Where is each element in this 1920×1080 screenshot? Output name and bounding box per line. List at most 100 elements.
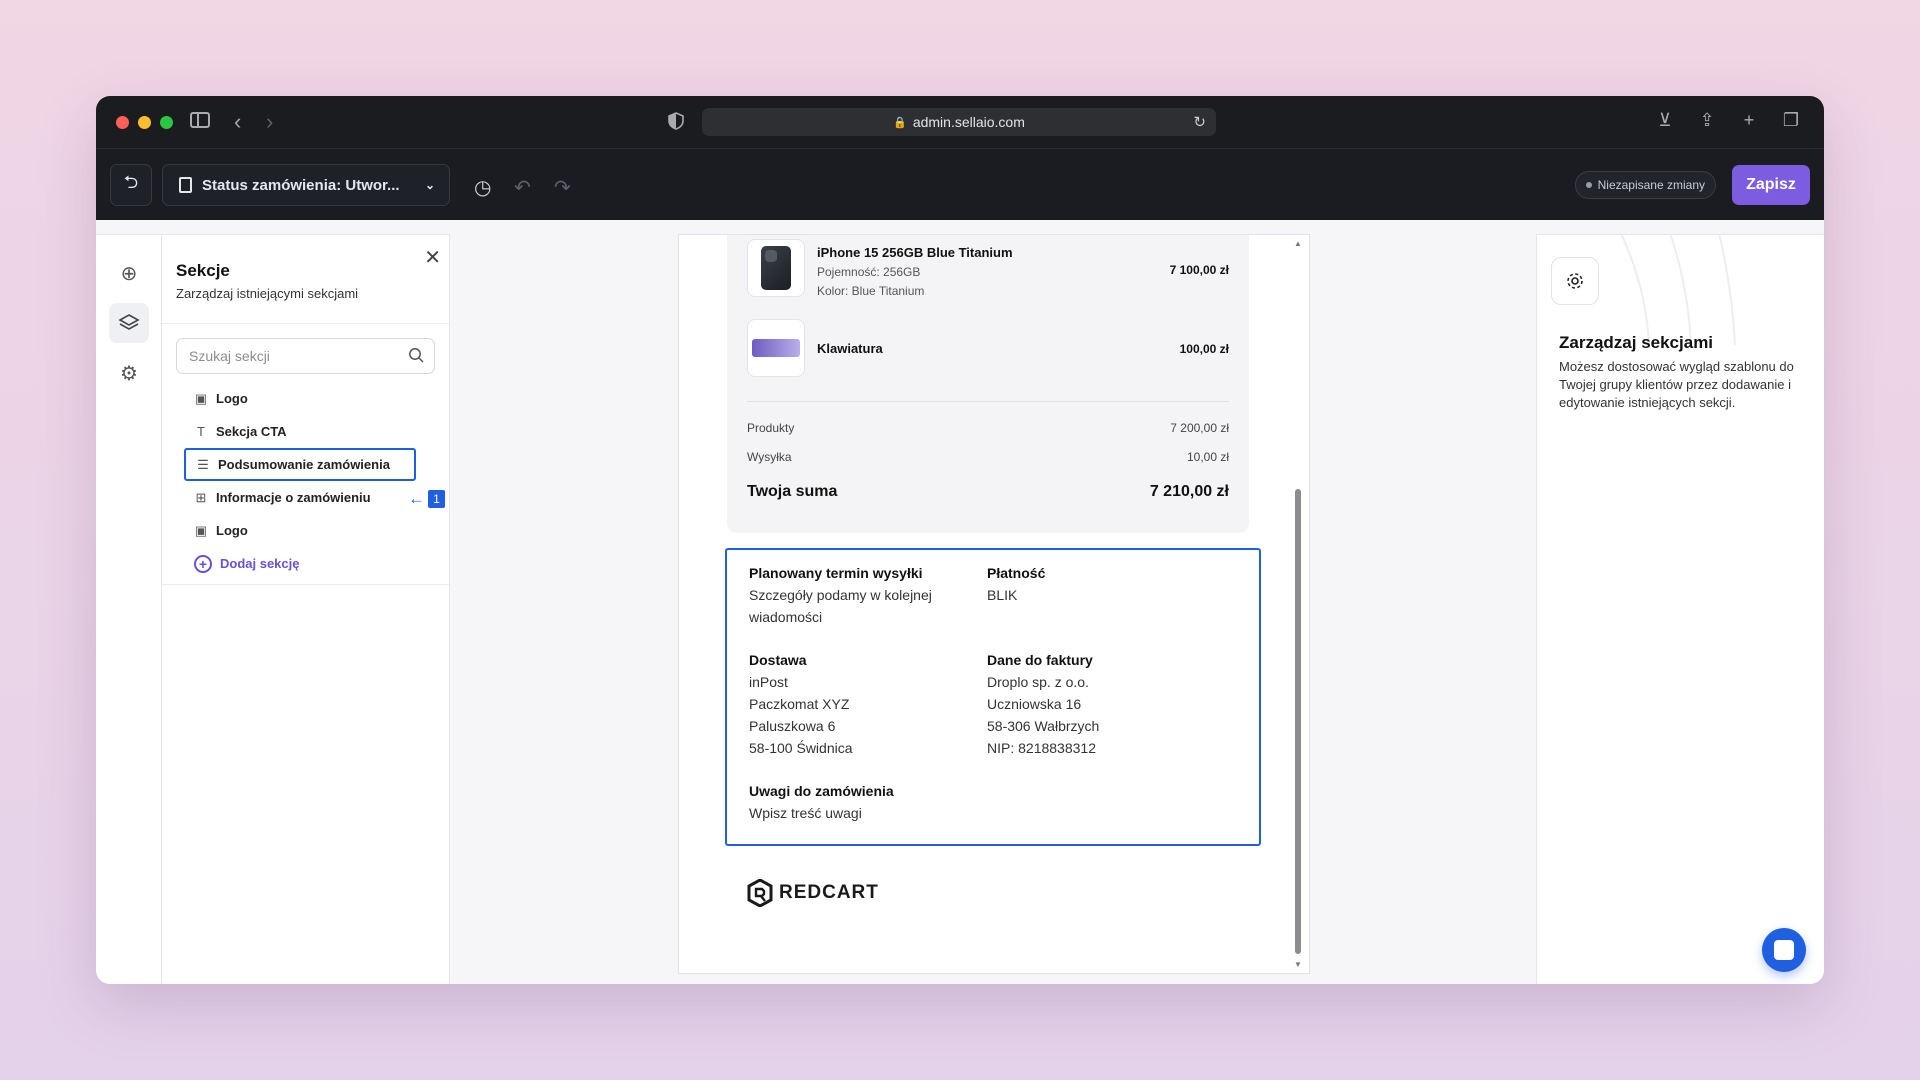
shipping-label: Wysyłka xyxy=(747,450,792,464)
brand-logo[interactable]: REDCART xyxy=(747,879,879,907)
manage-sections-title: Zarządzaj sekcjami xyxy=(1559,333,1714,352)
reload-icon[interactable]: ↻ xyxy=(1193,113,1206,131)
shipping-date-block: Planowany termin wysyłki Szczegóły podam… xyxy=(749,562,932,628)
tab-overview-icon[interactable]: ❐ xyxy=(1780,110,1802,131)
scroll-up-icon[interactable]: ▲ xyxy=(1294,239,1302,248)
new-tab-icon[interactable]: + xyxy=(1738,110,1760,131)
add-section-label: Dodaj sekcję xyxy=(220,556,300,571)
section-item-order-summary[interactable]: ☰ Podsumowanie zamówienia xyxy=(184,448,416,481)
scroll-down-icon[interactable]: ▼ xyxy=(1294,960,1302,969)
sections-title: Sekcje xyxy=(176,261,230,280)
decorative-background xyxy=(1620,235,1736,345)
save-button[interactable]: Zapisz xyxy=(1732,165,1810,205)
delivery-block: Dostawa inPost Paczkomat XYZ Paluszkowa … xyxy=(749,649,853,759)
redo-icon[interactable]: ↷ xyxy=(554,175,571,200)
privacy-shield-icon[interactable] xyxy=(668,112,684,130)
settings-gear-icon[interactable]: ⚙ xyxy=(109,353,149,393)
history-icon[interactable]: ◷ xyxy=(474,175,491,200)
section-item-label: Informacje o zamówieniu xyxy=(216,490,371,505)
notes-title: Uwagi do zamówienia xyxy=(749,783,894,799)
arrow-left-icon: ← xyxy=(408,489,425,508)
layers-icon[interactable] xyxy=(109,303,149,343)
order-info-section[interactable]: Planowany termin wysyłki Szczegóły podam… xyxy=(725,548,1261,846)
chevron-down-icon: ⌄ xyxy=(424,178,435,192)
lock-icon: 🔒 xyxy=(893,116,907,129)
image-icon: ▣ xyxy=(194,522,208,538)
download-icon[interactable]: ⊻ xyxy=(1654,110,1676,131)
order-summary-section[interactable]: iPhone 15 256GB Blue Titanium Pojemność:… xyxy=(727,235,1249,533)
invoice-line: Droplo sp. z o.o. xyxy=(987,674,1089,690)
scrollbar-thumb[interactable] xyxy=(1295,489,1301,954)
maximize-window-button[interactable] xyxy=(160,115,173,129)
text-icon: T xyxy=(197,424,205,439)
product-price: 7 100,00 zł xyxy=(1169,263,1229,277)
product-attribute: Kolor: Blue Titanium xyxy=(817,284,925,298)
address-bar[interactable]: 🔒 admin.sellaio.com ↻ xyxy=(702,108,1216,136)
undo-icon[interactable]: ↶ xyxy=(514,175,531,200)
share-icon[interactable]: ⇪ xyxy=(1696,110,1718,131)
shipping-row: Wysyłka 10,00 zł xyxy=(747,450,1229,464)
browser-toolbar: ‹ › 🔒 admin.sellaio.com ↻ ⊻ ⇪ + ❐ xyxy=(96,96,1824,148)
section-item-logo[interactable]: ▣ Logo xyxy=(176,382,435,415)
browser-actions: ⊻ ⇪ + ❐ xyxy=(1654,110,1802,131)
product-thumbnail xyxy=(747,239,805,297)
payment-value: BLIK xyxy=(987,587,1018,603)
unsaved-changes-badge: Niezapisane zmiany xyxy=(1574,171,1716,199)
delivery-line: Paluszkowa 6 xyxy=(749,718,836,734)
chat-support-button[interactable] xyxy=(1762,928,1806,972)
search-icon xyxy=(409,348,424,363)
notes-block: Uwagi do zamówienia Wpisz treść uwagi xyxy=(749,780,894,824)
shipping-date-text: wiadomości xyxy=(749,609,823,625)
keyboard-image xyxy=(752,339,800,357)
document-selector[interactable]: Status zamówienia: Utwor... ⌄ xyxy=(162,164,450,206)
close-icon[interactable]: ✕ xyxy=(424,245,441,270)
total-row: Twoja suma 7 210,00 zł xyxy=(747,483,1229,501)
editor-toolbar: ⮌ Status zamówienia: Utwor... ⌄ ◷ ↶ ↷ Ni… xyxy=(96,148,1824,220)
image-icon: ▣ xyxy=(194,390,208,406)
status-dot xyxy=(1585,182,1592,188)
section-tree: ▣ Logo T Sekcja CTA ☰ Podsumowanie zamów… xyxy=(162,382,449,580)
document-title: Status zamówienia: Utwor... xyxy=(202,176,400,194)
notes-value: Wpisz treść uwagi xyxy=(749,805,862,821)
list-icon: ☰ xyxy=(197,456,209,472)
add-section-icon[interactable]: ⊕ xyxy=(109,253,149,293)
section-item-cta[interactable]: T Sekcja CTA xyxy=(176,415,435,448)
editor-workspace: ⊕ ⚙ Sekcje Zarządzaj istniejącymi sekcja… xyxy=(96,220,1824,984)
payment-title: Płatność xyxy=(987,565,1046,581)
shipping-date-text: Szczegóły podamy w kolejnej xyxy=(749,587,932,603)
brand-name: REDCART xyxy=(779,882,879,903)
invoice-line: 58-306 Wałbrzych xyxy=(987,718,1100,734)
minimize-window-button[interactable] xyxy=(138,115,151,129)
subtotal-row: Produkty 7 200,00 zł xyxy=(747,421,1229,435)
settings-panel: Zarządzaj sekcjami Możesz dostosować wyg… xyxy=(1536,234,1824,984)
close-window-button[interactable] xyxy=(116,115,129,129)
payment-block: Płatność BLIK xyxy=(987,562,1045,606)
browser-forward-icon[interactable]: › xyxy=(266,109,273,135)
product-attribute: Pojemność: 256GB xyxy=(817,265,921,279)
table-icon: ⊞ xyxy=(195,489,207,505)
product-item: Klawiatura xyxy=(747,319,883,377)
section-item-logo-footer[interactable]: ▣ Logo xyxy=(176,514,435,547)
total-label: Twoja suma xyxy=(747,483,838,500)
browser-back-icon[interactable]: ‹ xyxy=(234,109,241,135)
product-thumbnail xyxy=(747,319,805,377)
section-item-label: Sekcja CTA xyxy=(216,424,287,439)
divider xyxy=(162,584,449,585)
sidebar-toggle-icon[interactable] xyxy=(190,112,210,128)
products-value: 7 200,00 zł xyxy=(1170,421,1229,435)
phone-image xyxy=(761,246,791,290)
section-item-label: Logo xyxy=(216,391,248,406)
section-item-label: Logo xyxy=(216,523,248,538)
back-button[interactable]: ⮌ xyxy=(110,164,152,206)
gear-icon xyxy=(1551,257,1599,305)
section-search-input[interactable]: Szukaj sekcji xyxy=(176,338,435,374)
section-item-order-info[interactable]: ⊞ Informacje o zamówieniu xyxy=(176,481,435,514)
email-preview[interactable]: iPhone 15 256GB Blue Titanium Pojemność:… xyxy=(678,234,1310,974)
add-section-button[interactable]: + Dodaj sekcję xyxy=(176,547,435,580)
invoice-line: Uczniowska 16 xyxy=(987,696,1082,712)
redcart-logo-icon xyxy=(747,879,773,907)
preview-scrollbar[interactable]: ▲ ▼ xyxy=(1293,239,1303,969)
delivery-title: Dostawa xyxy=(749,652,807,668)
sections-header: Sekcje Zarządzaj istniejącymi sekcjami ✕ xyxy=(162,235,449,324)
chat-icon xyxy=(1774,940,1794,960)
